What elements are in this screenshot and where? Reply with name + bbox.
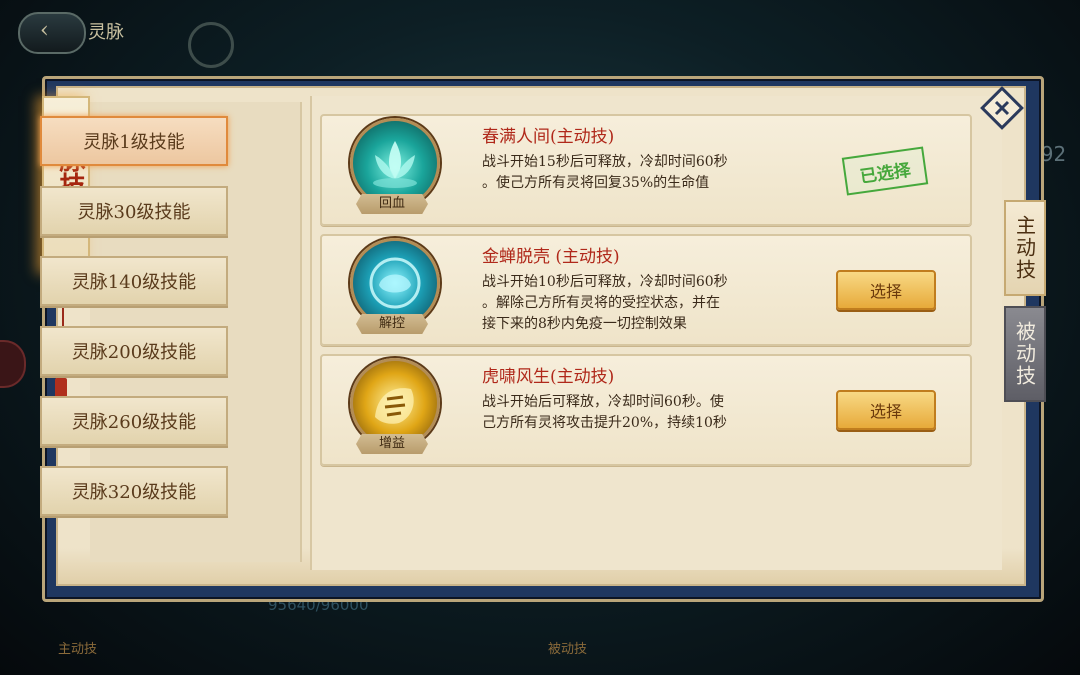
skill-card: 解控 金蝉脱壳 (主动技) 战斗开始10秒后可释放，冷却时间60秒 。解除己方所… xyxy=(320,234,972,346)
skill-name: 虎啸风生(主动技) xyxy=(482,367,615,387)
desc-line: 。使己方所有灵将回复35%的生命值 xyxy=(482,175,710,191)
skill-description: 战斗开始15秒后可释放，冷却时间60秒 。使己方所有灵将回复35%的生命值 xyxy=(482,152,812,194)
tab-active-skill[interactable]: 主动技 xyxy=(1004,200,1046,296)
skill-card: 增益 虎啸风生(主动技) 战斗开始后可释放，冷却时间60秒。使 己方所有灵将攻击… xyxy=(320,354,972,466)
level-button-320[interactable]: 灵脉320级技能 xyxy=(40,466,228,516)
desc-line: 己方所有灵将攻击提升20%，持续10秒 xyxy=(482,415,727,431)
page-title: 灵脉 xyxy=(88,22,124,43)
skill-description: 战斗开始10秒后可释放，冷却时间60秒 。解除己方所有灵将的受控状态，并在 接下… xyxy=(482,272,812,335)
back-button[interactable]: ‹ xyxy=(18,12,86,54)
level-button-260[interactable]: 灵脉260级技能 xyxy=(40,396,228,446)
level-label: 灵脉260级技能 xyxy=(71,412,197,433)
close-icon xyxy=(980,86,1024,130)
level-button-200[interactable]: 灵脉200级技能 xyxy=(40,326,228,376)
level-label: 灵脉140级技能 xyxy=(71,272,197,293)
select-button[interactable]: 选择 xyxy=(836,390,936,430)
ring-icon xyxy=(188,22,234,68)
level-label: 灵脉200级技能 xyxy=(71,342,197,363)
desc-line: 接下来的8秒内免疫一切控制效果 xyxy=(482,316,687,332)
left-arrow-button[interactable] xyxy=(0,340,26,388)
top-nav: ‹ 灵脉 xyxy=(18,12,234,68)
level-button-140[interactable]: 灵脉140级技能 xyxy=(40,256,228,306)
desc-line: 战斗开始15秒后可释放，冷却时间60秒 xyxy=(482,154,728,170)
back-arrow-icon: ‹ xyxy=(40,18,49,43)
skill-tag: 回血 xyxy=(356,194,428,214)
desc-line: 。解除己方所有灵将的受控状态，并在 xyxy=(482,295,720,311)
level-label: 灵脉320级技能 xyxy=(71,482,197,503)
selected-stamp: 已选择 xyxy=(841,146,929,196)
desc-line: 战斗开始10秒后可释放，冷却时间60秒 xyxy=(482,274,728,290)
skill-card: 回血 春满人间(主动技) 战斗开始15秒后可释放，冷却时间60秒 。使己方所有灵… xyxy=(320,114,972,226)
close-button[interactable] xyxy=(980,86,1024,130)
level-label: 灵脉30级技能 xyxy=(77,202,191,223)
skill-tag: 增益 xyxy=(356,434,428,454)
level-button-30[interactable]: 灵脉30级技能 xyxy=(40,186,228,236)
level-label: 灵脉1级技能 xyxy=(83,132,185,153)
skill-tag: 解控 xyxy=(356,314,428,334)
skill-name: 金蝉脱壳 (主动技) xyxy=(482,247,620,267)
select-button[interactable]: 选择 xyxy=(836,270,936,310)
background-active-label: 主动技 xyxy=(58,642,98,657)
tab-label: 主动技 xyxy=(1012,215,1037,281)
tab-passive-skill[interactable]: 被动技 xyxy=(1004,306,1046,402)
skill-name: 春满人间(主动技) xyxy=(482,127,615,147)
desc-line: 战斗开始后可释放，冷却时间60秒。使 xyxy=(482,394,724,410)
background-passive-label: 被动技 xyxy=(548,642,588,657)
tab-label: 被动技 xyxy=(1012,321,1037,387)
level-button-1[interactable]: 灵脉1级技能 xyxy=(40,116,228,166)
skill-description: 战斗开始后可释放，冷却时间60秒。使 己方所有灵将攻击提升20%，持续10秒 xyxy=(482,392,812,434)
